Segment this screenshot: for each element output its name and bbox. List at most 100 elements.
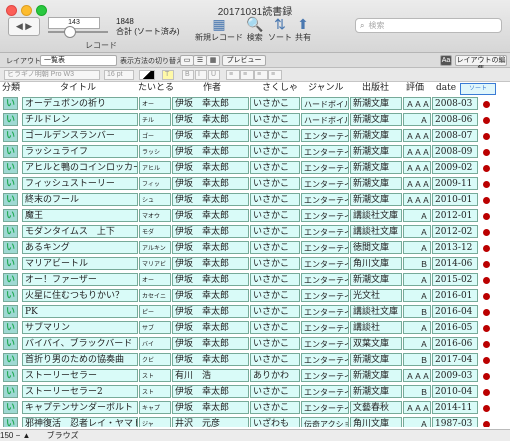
kind-cell[interactable]: い [3, 305, 18, 318]
kind-cell[interactable]: い [3, 177, 18, 190]
title-cell[interactable]: オー！ファーザー [22, 273, 138, 286]
title-cell[interactable]: フィッシュストーリー [22, 177, 138, 190]
align-justify-icon[interactable]: ≡ [268, 70, 282, 80]
author-cell[interactable]: 伊坂 幸太郎 [172, 113, 249, 126]
highlight-icon[interactable]: T [162, 70, 174, 80]
rating-cell[interactable]: Ａ [403, 209, 431, 222]
table-row[interactable]: いストーリーセラー2 スト 伊坂 幸太郎 いさかこ エンターテイ 新潮文庫 Ｂ 2010-04 [0, 384, 510, 400]
publisher-cell[interactable]: 新潮文庫 [350, 97, 402, 110]
date-cell[interactable]: 2008-09 [432, 145, 478, 158]
author-cell[interactable]: 伊坂 幸太郎 [172, 257, 249, 270]
record-slider[interactable] [48, 31, 108, 33]
sakusha-cell[interactable]: いさかこ [250, 145, 300, 158]
yomi-cell[interactable]: チル [139, 113, 171, 126]
title-cell[interactable]: バイバイ、ブラックバード [22, 337, 138, 350]
publisher-cell[interactable]: 講談社文庫 [350, 209, 402, 222]
sakusha-cell[interactable]: いさかこ [250, 321, 300, 334]
table-row[interactable]: い首折り男のための協奏曲 クビ 伊坂 幸太郎 いさかこ エンターテイ 新潮文庫 Ｂ 2017-… [0, 352, 510, 368]
author-cell[interactable]: 伊坂 幸太郎 [172, 337, 249, 350]
genre-cell[interactable]: エンターテイ [301, 385, 349, 398]
date-cell[interactable]: 2017-04 [432, 353, 478, 366]
font-select[interactable]: ヒラギノ明朝 Pro W3 [4, 70, 100, 80]
header-yomi[interactable]: たいとる [138, 82, 174, 95]
genre-cell[interactable]: エンターテイ [301, 225, 349, 238]
yomi-cell[interactable]: アヒル [139, 161, 171, 174]
author-cell[interactable]: 伊坂 幸太郎 [172, 161, 249, 174]
share-button[interactable]: ⬆ 共有 [295, 16, 311, 43]
rating-cell[interactable]: ＡＡＡ [403, 145, 431, 158]
layout-select[interactable]: 一覧表 [40, 55, 117, 66]
genre-cell[interactable]: エンターテイ [301, 257, 349, 270]
date-cell[interactable]: 2015-02 [432, 273, 478, 286]
search-field[interactable]: ⌕ 検索 [355, 18, 502, 33]
yomi-cell[interactable]: ピー [139, 305, 171, 318]
yomi-cell[interactable]: スト [139, 385, 171, 398]
genre-cell[interactable]: エンターテイ [301, 193, 349, 206]
table-view-icon[interactable]: ▦ [206, 55, 220, 66]
yomi-cell[interactable]: ジャ [139, 417, 171, 427]
sakusha-cell[interactable]: いさかこ [250, 209, 300, 222]
yomi-cell[interactable]: スト [139, 369, 171, 382]
date-cell[interactable]: 2009-11 [432, 177, 478, 190]
date-cell[interactable]: 2014-11 [432, 401, 478, 414]
author-cell[interactable]: 伊坂 幸太郎 [172, 321, 249, 334]
yomi-cell[interactable]: シュ [139, 193, 171, 206]
date-cell[interactable]: 2016-05 [432, 321, 478, 334]
title-cell[interactable]: モダンタイムス 上下 [22, 225, 138, 238]
genre-cell[interactable]: エンターテイ [301, 337, 349, 350]
yomi-cell[interactable]: アルキン [139, 241, 171, 254]
rating-cell[interactable]: Ａ [403, 417, 431, 427]
rating-cell[interactable]: Ｂ [403, 305, 431, 318]
kind-cell[interactable]: い [3, 289, 18, 302]
sakusha-cell[interactable]: いさかこ [250, 305, 300, 318]
title-cell[interactable]: オーデュボンの祈り [22, 97, 138, 110]
kind-cell[interactable]: い [3, 97, 18, 110]
rating-cell[interactable]: Ｂ [403, 353, 431, 366]
title-cell[interactable]: 火星に住むつもりかい？ [22, 289, 138, 302]
table-row[interactable]: いストーリーセラー スト 有川 浩ありかわ エンターテイ 新潮文庫 ＡＡＡ 2009-03 [0, 368, 510, 384]
publisher-cell[interactable]: 新潮文庫 [350, 161, 402, 174]
kind-cell[interactable]: い [3, 145, 18, 158]
date-cell[interactable]: 2016-04 [432, 305, 478, 318]
genre-cell[interactable]: エンターテイ [301, 241, 349, 254]
author-cell[interactable]: 伊坂 幸太郎 [172, 305, 249, 318]
date-cell[interactable]: 2016-01 [432, 289, 478, 302]
publisher-cell[interactable]: 文藝春秋 [350, 401, 402, 414]
title-cell[interactable]: マリアビートル [22, 257, 138, 270]
title-cell[interactable]: ゴールデンスランバー [22, 129, 138, 142]
kind-cell[interactable]: い [3, 113, 18, 126]
align-center-icon[interactable]: ≡ [240, 70, 254, 80]
genre-cell[interactable]: エンターテイ [301, 305, 349, 318]
date-cell[interactable]: 2010-04 [432, 385, 478, 398]
sakusha-cell[interactable]: いさかこ [250, 273, 300, 286]
zoom-out-icon[interactable]: − [16, 431, 21, 440]
genre-cell[interactable]: エンターテイ [301, 289, 349, 302]
genre-cell[interactable]: ハードボイル [301, 97, 349, 110]
table-row[interactable]: いオー！ファーザー オー 伊坂 幸太郎 いさかこ エンターテイ 新潮文庫 Ａ 2015-02 [0, 272, 510, 288]
date-cell[interactable]: 2008-07 [432, 129, 478, 142]
zoom-in-icon[interactable]: ▲ [23, 431, 31, 440]
yomi-cell[interactable]: モダ [139, 225, 171, 238]
publisher-cell[interactable]: 新潮文庫 [350, 273, 402, 286]
record-nav-buttons[interactable]: ◀ ▶ [8, 17, 40, 36]
date-cell[interactable]: 2008-06 [432, 113, 478, 126]
list-view-icon[interactable]: ☰ [193, 55, 207, 66]
title-cell[interactable]: 邪神復活 忍者レイ・ヤマト [22, 417, 138, 427]
publisher-cell[interactable]: 双葉文庫 [350, 337, 402, 350]
sort-button[interactable]: ⇅ ソート [268, 16, 292, 43]
new-record-button[interactable]: ▦ 新規レコード [195, 16, 243, 43]
yomi-cell[interactable]: クビ [139, 353, 171, 366]
next-record-icon[interactable]: ▶ [25, 21, 32, 31]
edit-layout-button[interactable]: レイアウトの編集 [455, 55, 507, 73]
author-cell[interactable]: 有川 浩 [172, 369, 249, 382]
sakusha-cell[interactable]: いざわも [250, 417, 300, 427]
genre-cell[interactable]: エンターテイ [301, 321, 349, 334]
title-cell[interactable]: 魔王 [22, 209, 138, 222]
author-cell[interactable]: 伊坂 幸太郎 [172, 177, 249, 190]
author-cell[interactable]: 伊坂 幸太郎 [172, 97, 249, 110]
sakusha-cell[interactable]: いさかこ [250, 161, 300, 174]
kind-cell[interactable]: い [3, 225, 18, 238]
kind-cell[interactable]: い [3, 417, 18, 427]
rating-cell[interactable]: Ａ [403, 225, 431, 238]
sort-field[interactable]: ソート [460, 83, 496, 95]
